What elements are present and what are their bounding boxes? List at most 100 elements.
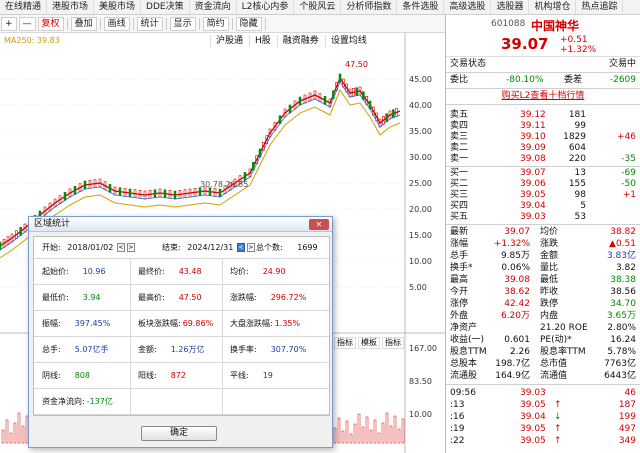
- ask-row[interactable]: 卖二 39.09 604: [446, 143, 640, 154]
- toolbar-button-6[interactable]: 显示: [169, 16, 196, 31]
- start-next-arrow-icon[interactable]: >: [126, 243, 135, 252]
- cell-divider: [130, 259, 131, 285]
- toolbar-button-7[interactable]: 简约: [202, 16, 229, 31]
- bid-price: 39.03: [520, 212, 546, 222]
- stat-value: 9.85万: [500, 251, 530, 261]
- bid-price: 39.04: [520, 201, 546, 211]
- nav-item-1[interactable]: 港股市场: [47, 0, 95, 14]
- close-button[interactable]: ✕: [309, 219, 329, 230]
- chart-tab-2[interactable]: 融资融券: [276, 35, 324, 47]
- bid-row[interactable]: 买一 39.07 13 -69: [446, 168, 640, 179]
- stat-cell: 涨跌幅: 296.72%: [230, 285, 306, 311]
- stat-cell: 金额: 1.26万亿: [138, 337, 205, 363]
- nav-item-7[interactable]: 分析师指数: [341, 0, 398, 14]
- bid-row[interactable]: 买三 39.05 98 +1: [446, 190, 640, 201]
- volume-bar: [353, 423, 357, 444]
- toolbar-button-1[interactable]: —: [18, 16, 36, 31]
- stat-value: 0.06%: [501, 263, 530, 273]
- bid-price: 39.07: [520, 168, 546, 178]
- stat-value: 198.7亿: [495, 359, 530, 369]
- nav-item-8[interactable]: 条件选股: [397, 0, 445, 14]
- date-range-row: 开始: 2018/01/02 < > 结束: 2024/12/31 < > 总个数:…: [34, 237, 329, 259]
- nav-item-9[interactable]: 高级选股: [444, 0, 492, 14]
- volume-bar: [341, 430, 345, 444]
- stat-cell: 平线: 19: [230, 363, 273, 389]
- tick-price: 39.05: [520, 424, 546, 434]
- chart-tab-0[interactable]: 沪股通: [210, 35, 249, 47]
- ask-row[interactable]: 卖一 39.08 220 -35: [446, 154, 640, 165]
- nav-item-5[interactable]: L2核心内参: [237, 0, 295, 14]
- y-axis-label: 25.00: [409, 179, 432, 188]
- stock-name[interactable]: 中国神华: [531, 17, 579, 34]
- bid-price: 39.06: [520, 179, 546, 189]
- stat-row: 涨幅 +1.32% 涨跌 ▲0.51: [446, 239, 640, 250]
- indicator-tab-0[interactable]: 指标: [334, 337, 356, 349]
- toolbar-button-4[interactable]: 画线: [103, 16, 130, 31]
- dialog-titlebar[interactable]: 区域统计 ✕: [29, 217, 332, 232]
- start-date-cell: 开始: 2018/01/02 < >: [42, 237, 136, 259]
- cell-divider: [222, 363, 223, 389]
- stat-cell: 大盘涨跌幅: 1.35%: [230, 311, 300, 337]
- weicha-value: -2609: [609, 75, 636, 85]
- ask-row[interactable]: 卖三 39.10 1829 +46: [446, 132, 640, 143]
- toolbar-button-0[interactable]: +: [1, 16, 17, 31]
- volume-bar: [385, 412, 389, 444]
- nav-item-2[interactable]: 美股市场: [94, 0, 142, 14]
- buy-l2-link[interactable]: 购买L2查看十档行情: [446, 91, 640, 102]
- stat-value: 296.72%: [270, 293, 307, 302]
- nav-item-0[interactable]: 在线精通: [0, 0, 48, 14]
- divider: [446, 384, 640, 385]
- chart-tab-1[interactable]: H股: [249, 35, 276, 47]
- nav-item-3[interactable]: DDE决策: [141, 0, 190, 14]
- bid-row[interactable]: 买二 39.06 155 -50: [446, 179, 640, 190]
- stat-row: 股息TTM 2.26 股息率TTM 5.78%: [446, 347, 640, 358]
- toolbar-separator: [165, 17, 167, 30]
- toolbar-button-5[interactable]: 统计: [136, 16, 163, 31]
- volume-bar: [401, 418, 405, 444]
- chart-tabs: 沪股通 H股 融资融券 设置均线: [210, 35, 372, 47]
- stat-value: 47.50: [178, 293, 202, 302]
- stat-value: +1.32%: [493, 239, 530, 249]
- nav-item-11[interactable]: 机构增仓: [529, 0, 577, 14]
- bid-label: 买三: [450, 190, 469, 200]
- stat-value: 34.70: [610, 299, 636, 309]
- status-label: 交易状态: [450, 59, 487, 69]
- stat-value: 16.24: [610, 335, 636, 345]
- stat-cell: 资金净流向: -137亿: [42, 389, 113, 415]
- indicator-tab-1[interactable]: 模板: [358, 337, 380, 349]
- bid-row[interactable]: 买五 39.03 53: [446, 212, 640, 223]
- stat-label: 量比: [540, 263, 559, 273]
- nav-item-4[interactable]: 资金流向: [190, 0, 237, 14]
- y-axis-label: 5.00: [409, 283, 427, 292]
- stat-label: 平线:: [230, 371, 249, 380]
- volume-bar: [17, 412, 21, 444]
- chart-tab-3[interactable]: 设置均线: [324, 35, 372, 47]
- ok-button[interactable]: 确定: [141, 426, 217, 441]
- nav-item-10[interactable]: 选股器: [491, 0, 530, 14]
- nav-item-12[interactable]: 热点追踪: [576, 0, 624, 14]
- ask-price: 39.11: [520, 121, 546, 131]
- end-label: 结束:: [162, 243, 181, 252]
- end-prev-arrow-icon[interactable]: <: [236, 243, 245, 252]
- stat-value: 38.38: [610, 275, 636, 285]
- candle: [108, 184, 112, 193]
- indicator-tab-2[interactable]: 指标: [382, 337, 404, 349]
- volume-bar: [369, 429, 373, 444]
- stat-cell: 最高价: 47.50: [138, 285, 202, 311]
- candle: [298, 96, 302, 106]
- cell-divider: [130, 285, 131, 311]
- toolbar-button-8[interactable]: 隐藏: [235, 16, 262, 31]
- start-prev-arrow-icon[interactable]: <: [116, 243, 125, 252]
- ask-row[interactable]: 卖五 39.12 181: [446, 110, 640, 121]
- toolbar-button-2[interactable]: 复权: [37, 16, 64, 31]
- end-next-arrow-icon[interactable]: >: [246, 243, 255, 252]
- toolbar-button-3[interactable]: 叠加: [70, 16, 97, 31]
- tick-price: 39.05: [520, 436, 546, 446]
- stat-row-4: 阴线: 808 阳线: 872 平线: 19: [34, 363, 329, 389]
- bid-row[interactable]: 买四 39.04 5: [446, 201, 640, 212]
- ask-row[interactable]: 卖四 39.11 99: [446, 121, 640, 132]
- tick-time: :16: [450, 412, 465, 422]
- nav-item-6[interactable]: 个股风云: [294, 0, 342, 14]
- bid-diff: -69: [621, 168, 636, 178]
- stat-row: 收益(一) 0.601 PE(动)* 16.24: [446, 335, 640, 346]
